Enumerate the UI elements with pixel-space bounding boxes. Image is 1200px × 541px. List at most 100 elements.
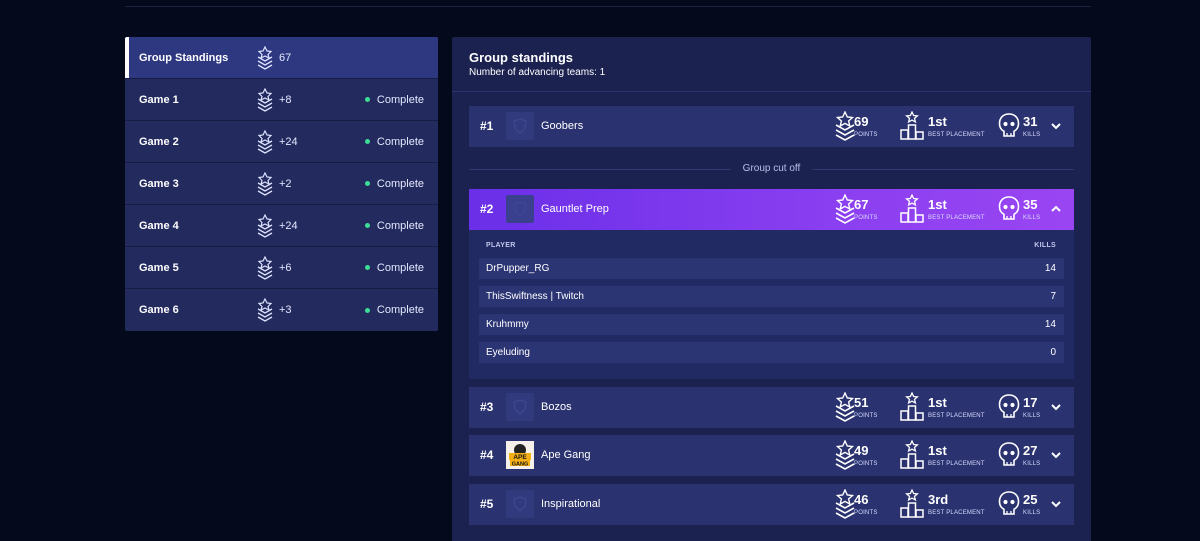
- panel-header: Group standings Number of advancing team…: [452, 37, 1091, 92]
- status-text: Complete: [376, 177, 424, 190]
- nav-item-points: +3: [279, 304, 292, 316]
- points-label: POINTS: [854, 215, 878, 221]
- team-logo: [506, 195, 534, 223]
- status-badge: Complete: [364, 135, 424, 148]
- kills-stat: 27 KILLS: [998, 440, 1048, 470]
- points-label: POINTS: [854, 413, 878, 419]
- player-name: DrPupper_RG: [486, 263, 550, 274]
- nav-item-game-1[interactable]: Game 1 +8 Complete: [125, 79, 438, 121]
- best-placement-value: 3rd: [928, 492, 949, 507]
- chevron-down-icon[interactable]: [1050, 401, 1062, 413]
- status-dot: [364, 265, 370, 270]
- nav-item-points: +8: [279, 93, 292, 106]
- table-row: ThisSwiftness | Twitch 7: [479, 286, 1064, 307]
- nav-item-label: Game 4: [139, 219, 179, 232]
- points-icon: [257, 172, 273, 196]
- status-badge: Complete: [364, 94, 424, 106]
- best-placement-label: BEST PLACEMENT: [928, 510, 985, 516]
- svg-text:GANG: GANG: [512, 462, 529, 468]
- best-placement-stat: 1st BEST PLACEMENT: [900, 194, 985, 224]
- nav-item-points: 67: [279, 51, 292, 64]
- nav-item-label: Game 5: [139, 261, 179, 274]
- points-icon: [257, 214, 273, 238]
- kills-stat: 17 KILLS: [998, 392, 1048, 422]
- kills-stat: 35 KILLS: [998, 194, 1048, 224]
- kills-stat: 31 KILLS: [998, 111, 1048, 141]
- status-dot: [364, 139, 370, 144]
- team-name: Inspirational: [541, 498, 601, 510]
- chevron-down-icon[interactable]: [1050, 120, 1062, 132]
- nav-item-points: +24: [279, 219, 298, 232]
- team-row[interactable]: #4 APE GANG Ape Gang 49 POINTS 1st BEST PLACEME…: [469, 435, 1074, 476]
- divider-line: [812, 169, 1074, 170]
- team-row[interactable]: #1 Goobers 69 POINTS 1st BEST PLACEMENT 31 KILL…: [469, 106, 1074, 147]
- team-rank: #1: [480, 119, 494, 133]
- points-icon: [257, 46, 273, 70]
- nav-item-game-3[interactable]: Game 3 +2 Complete: [125, 163, 438, 205]
- points-value: 46: [854, 492, 869, 507]
- status-dot: [364, 97, 370, 102]
- points-stat: 51 POINTS: [834, 392, 889, 422]
- player-kills: 14: [1044, 319, 1056, 330]
- player-name: Eyeluding: [486, 347, 530, 358]
- status-dot: [364, 307, 370, 313]
- team-rank: #2: [480, 202, 494, 216]
- status-text: Complete: [376, 219, 424, 232]
- team-row[interactable]: #3 Bozos 51 POINTS 1st BEST PLACEMENT 17 KILLS: [469, 387, 1074, 428]
- points-label: POINTS: [854, 510, 878, 516]
- kills-value: 27: [1023, 443, 1038, 458]
- svg-text:APE: APE: [513, 454, 527, 461]
- points-value: 69: [854, 114, 869, 129]
- team-row[interactable]: #5 Inspirational 46 POINTS 3rd BEST PLACEMENT…: [469, 484, 1074, 525]
- team-name: Ape Gang: [541, 449, 591, 461]
- nav-item-game-6[interactable]: Game 6 +3 Complete: [125, 289, 438, 331]
- nav-item-group-standings[interactable]: Group Standings 67: [125, 37, 438, 79]
- nav-item-points: +2: [279, 177, 292, 190]
- kills-label: KILLS: [1023, 215, 1041, 221]
- chevron-up-icon[interactable]: [1050, 203, 1062, 215]
- status-text: Complete: [376, 304, 424, 316]
- team-logo: [506, 393, 534, 421]
- points-value: 67: [854, 197, 869, 212]
- standings-nav: Group Standings 67 Game 1 +8 Complete Ga…: [125, 37, 438, 331]
- status-badge: Complete: [364, 304, 424, 316]
- points-icon: [257, 88, 273, 112]
- status-dot: [364, 181, 370, 186]
- best-placement-stat: 3rd BEST PLACEMENT: [900, 489, 985, 519]
- panel-title: Group standings: [469, 50, 573, 65]
- nav-item-game-5[interactable]: Game 5 +6 Complete: [125, 247, 438, 289]
- points-icon: [257, 130, 273, 154]
- team-rank: #3: [480, 400, 494, 414]
- best-placement-stat: 1st BEST PLACEMENT: [900, 111, 985, 141]
- best-placement-label: BEST PLACEMENT: [928, 132, 985, 138]
- nav-item-points: +6: [279, 261, 292, 274]
- nav-item-label: Game 6: [139, 304, 179, 316]
- points-stat: 49 POINTS: [834, 440, 889, 470]
- nav-item-label: Group Standings: [139, 51, 229, 64]
- best-placement-stat: 1st BEST PLACEMENT: [900, 392, 985, 422]
- player-kills: 7: [1050, 291, 1056, 302]
- kills-value: 25: [1023, 492, 1038, 507]
- nav-item-label: Game 3: [139, 177, 179, 190]
- team-name: Goobers: [541, 120, 584, 132]
- top-divider: [125, 6, 1091, 7]
- points-stat: 69 POINTS: [834, 111, 889, 141]
- points-icon: [257, 256, 273, 280]
- nav-item-game-4[interactable]: Game 4 +24 Complete: [125, 205, 438, 247]
- best-placement-label: BEST PLACEMENT: [928, 461, 985, 467]
- chevron-down-icon[interactable]: [1050, 449, 1062, 461]
- status-text: Complete: [376, 135, 424, 148]
- team-logo: [506, 490, 534, 518]
- points-label: POINTS: [854, 461, 878, 467]
- chevron-down-icon[interactable]: [1050, 498, 1062, 510]
- status-badge: Complete: [364, 262, 424, 274]
- kills-label: KILLS: [1023, 461, 1041, 467]
- nav-item-game-2[interactable]: Game 2 +24 Complete: [125, 121, 438, 163]
- status-badge: Complete: [364, 177, 424, 190]
- column-header-kills: KILLS: [1034, 242, 1056, 249]
- team-row[interactable]: #2 Gauntlet Prep 67 POINTS 1st BEST PLACEMENT…: [469, 189, 1074, 230]
- status-badge: Complete: [364, 219, 424, 232]
- group-standings-panel: Group standings Number of advancing team…: [452, 37, 1091, 541]
- kills-label: KILLS: [1023, 510, 1041, 516]
- best-placement-value: 1st: [928, 443, 947, 458]
